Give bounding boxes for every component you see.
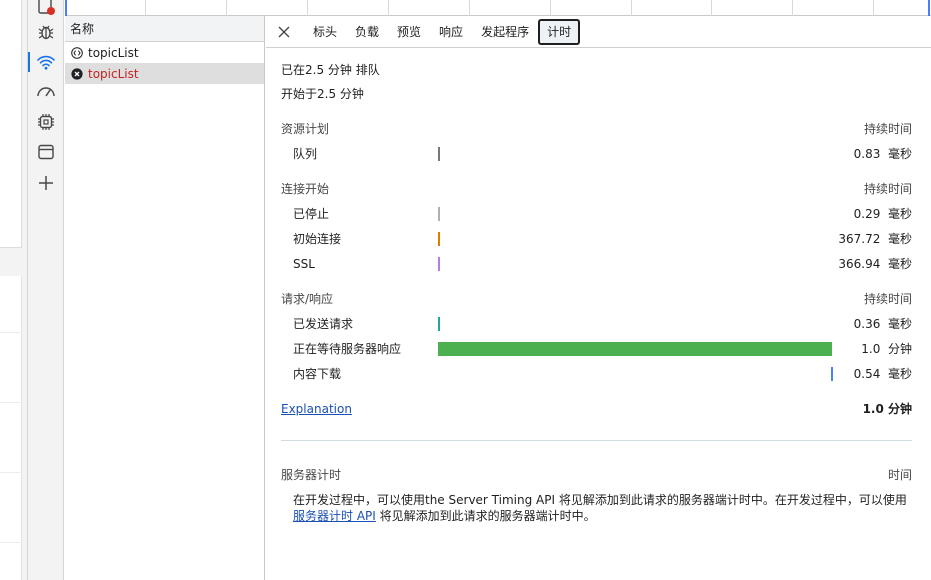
column-header-name[interactable]: 名称 xyxy=(65,16,264,42)
tab-response[interactable]: 响应 xyxy=(430,19,472,45)
timing-row-ssl: SSL 366.94 毫秒 xyxy=(281,256,912,272)
phase-bar xyxy=(438,257,440,271)
waterfall-start-marker xyxy=(65,0,67,16)
tab-preview[interactable]: 预览 xyxy=(388,19,430,45)
memory-chip-icon[interactable] xyxy=(33,109,59,135)
activity-bar xyxy=(28,0,64,580)
phase-bar xyxy=(831,367,833,381)
timing-total-row: Explanation 1.0 分钟 xyxy=(281,401,912,417)
timing-row-request-sent: 已发送请求 0.36 毫秒 xyxy=(281,316,912,332)
section-server-timing: 服务器计时 时间 xyxy=(281,467,912,483)
section-title: 连接开始 xyxy=(281,182,330,196)
error-circle-icon xyxy=(71,67,83,80)
application-window-icon[interactable] xyxy=(33,139,59,165)
request-list: 名称 topicList topicList xyxy=(65,16,265,580)
phase-duration: 0.83 毫秒 xyxy=(853,147,912,161)
add-panel-plus-icon[interactable] xyxy=(33,170,59,196)
tab-payload[interactable]: 负载 xyxy=(346,19,388,45)
timing-row-stalled: 已停止 0.29 毫秒 xyxy=(281,206,912,222)
detail-tabs: 标头 负载 预览 响应 发起程序 计时 xyxy=(266,16,931,48)
phase-name: 初始连接 xyxy=(293,232,342,246)
tab-headers[interactable]: 标头 xyxy=(304,19,346,45)
phase-duration: 366.94 毫秒 xyxy=(838,257,912,271)
request-detail-panel: 标头 负载 预览 响应 发起程序 计时 已在2.5 分钟 排队 开始于2.5 分… xyxy=(266,16,931,580)
request-row[interactable]: topicList xyxy=(65,42,264,63)
phase-name: 已停止 xyxy=(293,207,330,221)
phase-duration: 0.29 毫秒 xyxy=(853,207,912,221)
phase-bar xyxy=(438,147,440,161)
section-request-response: 请求/响应 持续时间 xyxy=(281,291,912,307)
request-name: topicList xyxy=(88,66,139,81)
network-wifi-icon[interactable] xyxy=(28,49,59,75)
timing-row-waiting-ttfb: 正在等待服务器响应 1.0 分钟 xyxy=(281,341,912,357)
request-name: topicList xyxy=(88,45,139,60)
request-row-selected[interactable]: topicList xyxy=(65,63,264,84)
timing-row-content-download: 内容下载 0.54 毫秒 xyxy=(281,366,912,382)
waterfall-end-marker xyxy=(928,0,930,16)
page-edge xyxy=(0,0,28,580)
phase-duration: 367.72 毫秒 xyxy=(838,232,912,246)
page-edge-panel-bottom xyxy=(0,276,22,580)
phase-name: 队列 xyxy=(293,147,318,161)
code-brackets-icon xyxy=(71,46,83,59)
phase-bar xyxy=(438,342,832,356)
tab-initiator[interactable]: 发起程序 xyxy=(472,19,538,45)
close-icon[interactable] xyxy=(274,22,294,42)
section-title: 资源计划 xyxy=(281,122,330,136)
phase-duration: 1.0 分钟 xyxy=(861,342,912,356)
phase-name: 已发送请求 xyxy=(293,317,354,331)
bug-icon[interactable] xyxy=(33,19,59,45)
explanation-link[interactable]: Explanation xyxy=(281,401,352,417)
waterfall-overview xyxy=(65,0,931,16)
server-timing-api-link[interactable]: 服务器计时 API xyxy=(293,509,376,523)
total-duration: 1.0 分钟 xyxy=(862,402,912,416)
phase-bar xyxy=(438,232,440,246)
timing-row-initial-connection: 初始连接 367.72 毫秒 xyxy=(281,231,912,247)
time-header: 时间 xyxy=(887,468,912,482)
server-timing-description: 在开发过程中，可以使用the Server Timing API 将见解添加到此… xyxy=(293,493,907,523)
section-title: 服务器计时 xyxy=(281,468,342,482)
section-divider xyxy=(281,440,912,441)
section-connection-start: 连接开始 持续时间 xyxy=(281,181,912,197)
tab-timing[interactable]: 计时 xyxy=(538,18,581,45)
phase-duration: 0.54 毫秒 xyxy=(853,367,912,381)
section-resource-scheduling: 资源计划 持续时间 xyxy=(281,121,912,137)
started-at-text: 开始于2.5 分钟 xyxy=(281,87,364,101)
duration-header: 持续时间 xyxy=(863,122,912,136)
section-title: 请求/响应 xyxy=(281,292,334,306)
phase-name: SSL xyxy=(293,257,315,271)
phase-duration: 0.36 毫秒 xyxy=(853,317,912,331)
sources-icon[interactable] xyxy=(33,0,59,20)
duration-header: 持续时间 xyxy=(863,292,912,306)
phase-bar xyxy=(438,317,440,331)
performance-gauge-icon[interactable] xyxy=(33,79,59,105)
phase-bar xyxy=(438,207,440,221)
phase-name: 内容下载 xyxy=(293,367,342,381)
queued-at-text: 已在2.5 分钟 排队 xyxy=(281,63,380,77)
timing-row-queueing: 队列 0.83 毫秒 xyxy=(281,146,912,162)
duration-header: 持续时间 xyxy=(863,182,912,196)
phase-name: 正在等待服务器响应 xyxy=(293,342,402,356)
page-edge-panel-top xyxy=(0,0,22,248)
